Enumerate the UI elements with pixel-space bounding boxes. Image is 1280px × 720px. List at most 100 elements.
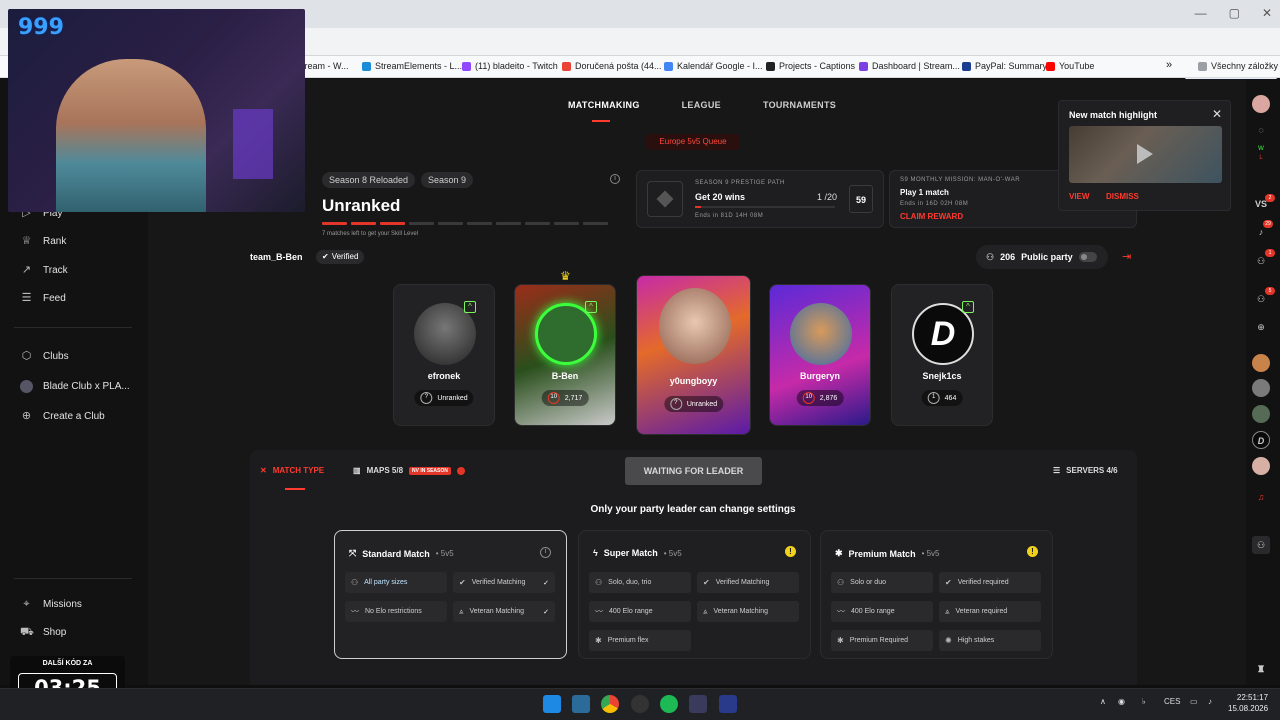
nav-feed[interactable]: ☰ Feed: [20, 292, 66, 305]
app-icon[interactable]: [719, 695, 737, 713]
party-visibility[interactable]: ⚇ 206 Public party: [976, 245, 1108, 269]
chart-icon: ↗: [21, 264, 32, 276]
info-icon[interactable]: i: [540, 547, 551, 558]
bookmark-item[interactable]: StreamElements - L...: [362, 61, 462, 71]
close-icon[interactable]: ✕: [1262, 6, 1272, 20]
nav-shop[interactable]: ⛟ Shop: [20, 626, 66, 639]
bookmark-item[interactable]: Projects - Captions: [766, 61, 855, 71]
friend-avatar[interactable]: [1252, 457, 1270, 475]
nav-missions[interactable]: ⌖ Missions: [20, 598, 82, 611]
people-icon: ⚇: [351, 578, 359, 587]
headset-icon[interactable]: ♫: [1252, 488, 1270, 506]
nav-clubs[interactable]: ⬡ Clubs: [20, 350, 69, 363]
dismiss-button[interactable]: DISMISS: [1106, 192, 1139, 201]
view-button[interactable]: VIEW: [1069, 192, 1089, 201]
player-card[interactable]: D ^ Snejk1cs 1 464: [891, 284, 993, 426]
app-icon[interactable]: [572, 695, 590, 713]
skill-segment: [409, 222, 434, 225]
leave-party-icon[interactable]: ⇥: [1122, 250, 1131, 263]
map-icon: ▥: [353, 466, 361, 475]
bookmark-item[interactable]: (11) bladeito - Twitch: [462, 61, 558, 71]
claim-reward-link[interactable]: CLAIM REWARD: [900, 212, 963, 221]
obs-icon[interactable]: [631, 695, 649, 713]
player-card[interactable]: ^ B-Ben 10 2,717: [514, 284, 616, 426]
language-indicator[interactable]: CES: [1164, 697, 1180, 706]
nav-create-club[interactable]: ⊕ Create a Club: [20, 410, 105, 423]
steam-icon[interactable]: [689, 695, 707, 713]
feature: ✱ Premium Required: [831, 630, 933, 651]
tab-maps[interactable]: ▥ MAPS 5/8 NV IN SEASON: [353, 466, 465, 475]
support-icon[interactable]: ◌: [1252, 121, 1270, 139]
bookmark-item[interactable]: tream - W...: [302, 61, 349, 71]
windows-start-icon[interactable]: [543, 695, 561, 713]
logo-d-icon: D: [930, 315, 956, 353]
check-icon: ✔: [322, 252, 329, 261]
user-avatar[interactable]: [1252, 95, 1270, 113]
season-9-pill[interactable]: Season 9: [421, 172, 474, 188]
standard-match-card[interactable]: ⤧ Standard Match • 5v5 i ⚇ All party sizes …: [334, 530, 567, 659]
faceit-logo-icon[interactable]: ♜: [1252, 660, 1270, 678]
skill-segment: [467, 222, 492, 225]
friend-avatar[interactable]: [1252, 405, 1270, 423]
bookmarks-overflow[interactable]: »: [1166, 59, 1172, 71]
bookmark-item[interactable]: Dashboard | Stream...: [859, 61, 960, 71]
tab-match-type[interactable]: ✕ MATCH TYPE: [260, 466, 324, 475]
queue-badge[interactable]: Europe 5v5 Queue: [646, 134, 740, 150]
volume-icon[interactable]: ♪: [1208, 697, 1212, 706]
prestige-card[interactable]: SEASON 9 PRESTIGE PATH Get 20 wins Ends …: [636, 170, 884, 228]
bookmark-item[interactable]: Doručená pošta (44...: [562, 61, 662, 71]
friend-avatar[interactable]: D: [1252, 431, 1270, 449]
veteran-icon: ⩓: [459, 606, 464, 616]
nav-track[interactable]: ↗ Track: [20, 264, 68, 277]
tab-servers[interactable]: ☰ SERVERS 4/6: [1053, 466, 1118, 475]
diamond-icon: [656, 190, 674, 208]
season-8-pill[interactable]: Season 8 Reloaded: [322, 172, 416, 188]
maximize-icon[interactable]: ▢: [1229, 6, 1240, 20]
tab-tournaments[interactable]: TOURNAMENTS: [763, 100, 836, 110]
display-icon[interactable]: ▭: [1190, 697, 1198, 706]
bookmark-item[interactable]: Kalendář Google - I...: [664, 61, 763, 71]
chrome-icon[interactable]: [601, 695, 619, 713]
player-card[interactable]: Burgeryn 10 2,876: [769, 284, 871, 426]
warning-icon[interactable]: !: [1027, 546, 1038, 557]
player-stat: 10 2,717: [541, 390, 589, 406]
skill-segment: [583, 222, 608, 225]
highlight-thumbnail[interactable]: [1069, 126, 1222, 183]
team-name[interactable]: team_B-Ben: [250, 252, 303, 262]
player-card[interactable]: ^ efronek ? Unranked: [393, 284, 495, 426]
steam-tray-icon[interactable]: ◉: [1118, 697, 1125, 706]
system-clock[interactable]: 22:51:17 15.08.2026: [1228, 692, 1268, 714]
all-bookmarks[interactable]: Všechny záložky: [1198, 61, 1278, 71]
bookmark-item[interactable]: PayPal: Summary: [962, 61, 1047, 71]
info-icon[interactable]: i: [610, 174, 620, 184]
webcam-overlay: 999: [8, 9, 305, 212]
nav-club-blade[interactable]: Blade Club x PLA...: [20, 380, 130, 393]
warning-icon[interactable]: !: [785, 546, 796, 557]
minimize-icon[interactable]: —: [1195, 6, 1207, 20]
player-card[interactable]: y0ungboyy ? Unranked: [636, 275, 751, 435]
chevron-up-icon: ^: [962, 301, 974, 313]
prestige-label: SEASON 9 PRESTIGE PATH: [695, 180, 785, 186]
feature: ⩓ Veteran Matching: [697, 601, 799, 622]
friend-avatar[interactable]: [1252, 354, 1270, 372]
tab-league[interactable]: LEAGUE: [682, 100, 721, 110]
tab-matchmaking[interactable]: MATCHMAKING: [568, 100, 640, 110]
match-type-underline: [285, 488, 305, 490]
bookmark-item[interactable]: YouTube: [1046, 61, 1094, 71]
premium-match-card[interactable]: ✱ Premium Match • 5v5 ! ⚇ Solo or duo ✔ Veri…: [820, 530, 1053, 659]
friend-avatar[interactable]: [1252, 379, 1270, 397]
group-badge: 5: [1265, 287, 1275, 295]
super-match-card[interactable]: ϟ Super Match • 5v5 ! ⚇ Solo, duo, trio ✔ Ve…: [578, 530, 811, 659]
tray-chevron-icon[interactable]: ∧: [1100, 697, 1106, 706]
rank-title: Unranked: [322, 196, 401, 215]
feature: 〰 400 Elo range: [589, 601, 691, 622]
close-icon[interactable]: ✕: [1212, 107, 1222, 121]
waiting-for-leader-button[interactable]: WAITING FOR LEADER: [625, 457, 762, 485]
nav-rank[interactable]: ♕ Rank: [20, 235, 67, 248]
spotify-icon[interactable]: [660, 695, 678, 713]
add-friend-icon[interactable]: ⊕: [1252, 318, 1270, 336]
public-party-toggle[interactable]: [1078, 252, 1097, 262]
mic-icon[interactable]: ♭: [1142, 697, 1146, 706]
profile-icon[interactable]: ⚇: [1252, 536, 1270, 554]
stakes-icon: ✺: [945, 636, 952, 645]
